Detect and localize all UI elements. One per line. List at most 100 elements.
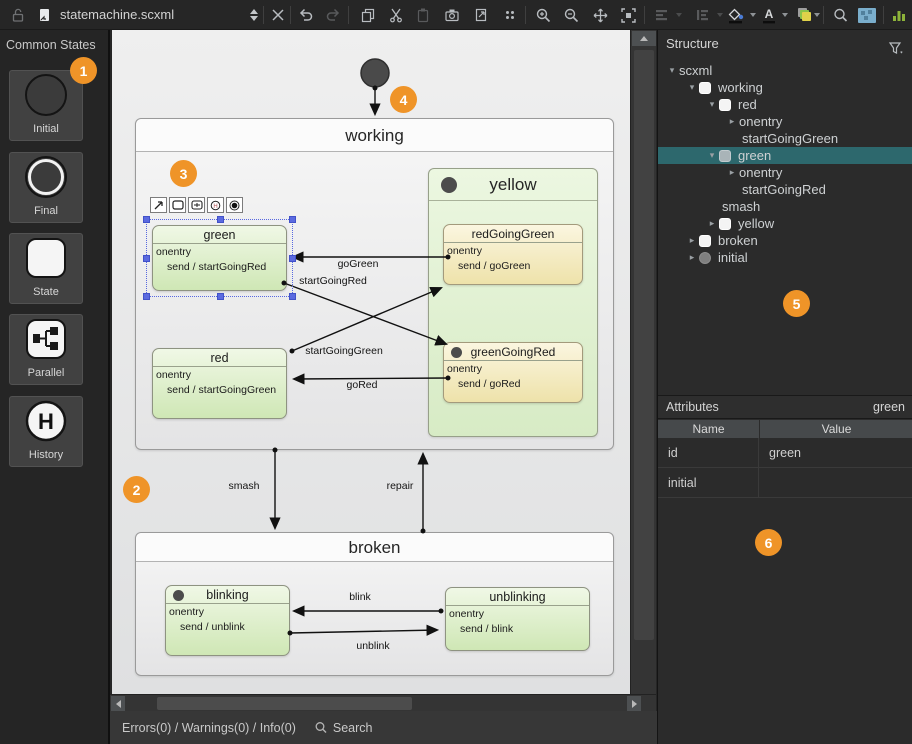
state-red[interactable]: red onentry send / startGoingGreen <box>152 348 287 419</box>
tree-item-yellow[interactable]: ▸ yellow <box>658 215 912 232</box>
align-states-dropdown-icon[interactable] <box>676 13 682 17</box>
fill-color-icon[interactable] <box>724 3 748 27</box>
canvas-vertical-scrollbar[interactable] <box>630 30 656 694</box>
pan-icon[interactable] <box>588 3 612 27</box>
palette-item-parallel[interactable]: Parallel <box>9 314 83 385</box>
add-state-icon[interactable] <box>169 197 186 213</box>
magnet-grid-icon[interactable] <box>498 3 522 27</box>
attribute-value[interactable]: green <box>759 438 912 467</box>
resize-handle[interactable] <box>217 216 224 223</box>
palette-item-state[interactable]: State <box>9 233 83 304</box>
align-states-icon[interactable] <box>650 3 674 27</box>
expander-closed-icon[interactable]: ▸ <box>685 252 699 263</box>
fill-color-dropdown-icon[interactable] <box>750 13 756 17</box>
redo-icon[interactable] <box>321 3 345 27</box>
scroll-up-icon[interactable] <box>632 31 656 46</box>
search-icon[interactable] <box>828 3 852 27</box>
transition-label-smash[interactable]: smash <box>229 480 260 492</box>
adjust-size-dropdown-icon[interactable] <box>717 13 723 17</box>
tree-item-initial[interactable]: ▸ initial <box>658 249 912 266</box>
font-color-icon[interactable]: A <box>757 3 781 27</box>
horizontal-scroll-thumb[interactable] <box>157 697 412 710</box>
tree-item-green-onentry[interactable]: ▸ onentry <box>658 164 912 181</box>
paste-icon[interactable] <box>411 3 435 27</box>
theme-colors-dropdown-icon[interactable] <box>814 13 820 17</box>
attribute-row-initial[interactable]: initial <box>658 468 912 498</box>
fit-to-view-icon[interactable] <box>616 3 640 27</box>
lock-open-icon[interactable] <box>6 3 30 27</box>
transition-label-blink[interactable]: blink <box>349 591 371 603</box>
screenshot-icon[interactable] <box>440 3 464 27</box>
state-greengoingred[interactable]: greenGoingRed onentry send / goRed <box>443 342 583 403</box>
transition-label-repair[interactable]: repair <box>387 480 414 492</box>
document-tab-title[interactable]: statemachine.scxml <box>60 0 174 30</box>
expander-open-icon[interactable]: ▾ <box>685 82 699 93</box>
add-transition-icon[interactable] <box>150 197 167 213</box>
tree-item-red[interactable]: ▾ red <box>658 96 912 113</box>
resize-handle[interactable] <box>289 255 296 262</box>
palette-item-history[interactable]: H History <box>9 396 83 467</box>
add-initial-icon[interactable] <box>226 197 243 213</box>
vertical-scroll-thumb[interactable] <box>634 50 654 640</box>
tree-item-green[interactable]: ▾ green <box>658 147 912 164</box>
adjust-size-icon[interactable] <box>691 3 715 27</box>
canvas-horizontal-scrollbar[interactable] <box>110 694 656 711</box>
tree-item-broken[interactable]: ▸ broken <box>658 232 912 249</box>
add-parallel-icon[interactable] <box>188 197 205 213</box>
attribute-row-id[interactable]: id green <box>658 438 912 468</box>
transition-label-unblink[interactable]: unblink <box>356 640 389 652</box>
expander-closed-icon[interactable]: ▸ <box>705 218 719 229</box>
undo-icon[interactable] <box>294 3 318 27</box>
expander-open-icon[interactable]: ▾ <box>705 99 719 110</box>
resize-handle[interactable] <box>289 216 296 223</box>
theme-colors-icon[interactable] <box>792 3 816 27</box>
tree-item-working[interactable]: ▾ working <box>658 79 912 96</box>
status-search[interactable]: Search <box>314 721 373 735</box>
zoom-in-icon[interactable] <box>531 3 555 27</box>
resize-handle[interactable] <box>289 293 296 300</box>
tree-item-startgoingred[interactable]: startGoingRed <box>658 181 912 198</box>
transition-label-startgoinggreen[interactable]: startGoingGreen <box>305 345 383 357</box>
attribute-value[interactable] <box>759 468 912 497</box>
column-header-name[interactable]: Name <box>658 420 759 438</box>
export-document-icon[interactable] <box>469 3 493 27</box>
scroll-left-icon[interactable] <box>111 696 125 711</box>
status-messages[interactable]: Errors(0) / Warnings(0) / Info(0) <box>122 721 296 735</box>
state-blinking[interactable]: blinking onentry send / unblink <box>165 585 290 656</box>
expander-closed-icon[interactable]: ▸ <box>725 116 739 127</box>
tree-item-smash[interactable]: smash <box>658 198 912 215</box>
copy-icon[interactable] <box>356 3 380 27</box>
palette-item-initial[interactable]: Initial <box>9 70 83 141</box>
expander-closed-icon[interactable]: ▸ <box>725 167 739 178</box>
diagram-canvas[interactable]: working yellow green onentry send / star… <box>112 30 630 694</box>
resize-handle[interactable] <box>143 293 150 300</box>
resize-handle[interactable] <box>217 293 224 300</box>
state-redgoinggreen[interactable]: redGoingGreen onentry send / goGreen <box>443 224 583 285</box>
selection-rectangle[interactable] <box>146 219 293 297</box>
state-yellow-titlebar: yellow <box>429 169 597 201</box>
close-document-icon[interactable] <box>266 3 290 27</box>
state-unblinking[interactable]: unblinking onentry send / blink <box>445 587 590 651</box>
tree-item-scxml[interactable]: ▾ scxml <box>658 62 912 79</box>
tree-item-startgoinggreen[interactable]: startGoingGreen <box>658 130 912 147</box>
filter-icon[interactable] <box>888 37 904 65</box>
navigator-icon[interactable] <box>855 3 879 27</box>
statistics-icon[interactable] <box>887 3 911 27</box>
transition-label-gored[interactable]: goRed <box>347 379 378 391</box>
resize-handle[interactable] <box>143 216 150 223</box>
zoom-out-icon[interactable] <box>559 3 583 27</box>
transition-label-startgoingred[interactable]: startGoingRed <box>299 275 367 287</box>
expander-open-icon[interactable]: ▾ <box>705 150 719 161</box>
expander-open-icon[interactable]: ▾ <box>665 65 679 76</box>
transition-label-gogreen[interactable]: goGreen <box>338 258 379 270</box>
scroll-right-icon[interactable] <box>627 696 641 711</box>
tree-item-red-onentry[interactable]: ▸ onentry <box>658 113 912 130</box>
add-history-icon[interactable]: H <box>207 197 224 213</box>
palette-item-final[interactable]: Final <box>9 152 83 223</box>
resize-handle[interactable] <box>143 255 150 262</box>
initial-node[interactable] <box>361 59 389 87</box>
cut-icon[interactable] <box>384 3 408 27</box>
expander-closed-icon[interactable]: ▸ <box>685 235 699 246</box>
column-header-value[interactable]: Value <box>760 420 912 438</box>
font-color-dropdown-icon[interactable] <box>782 13 788 17</box>
